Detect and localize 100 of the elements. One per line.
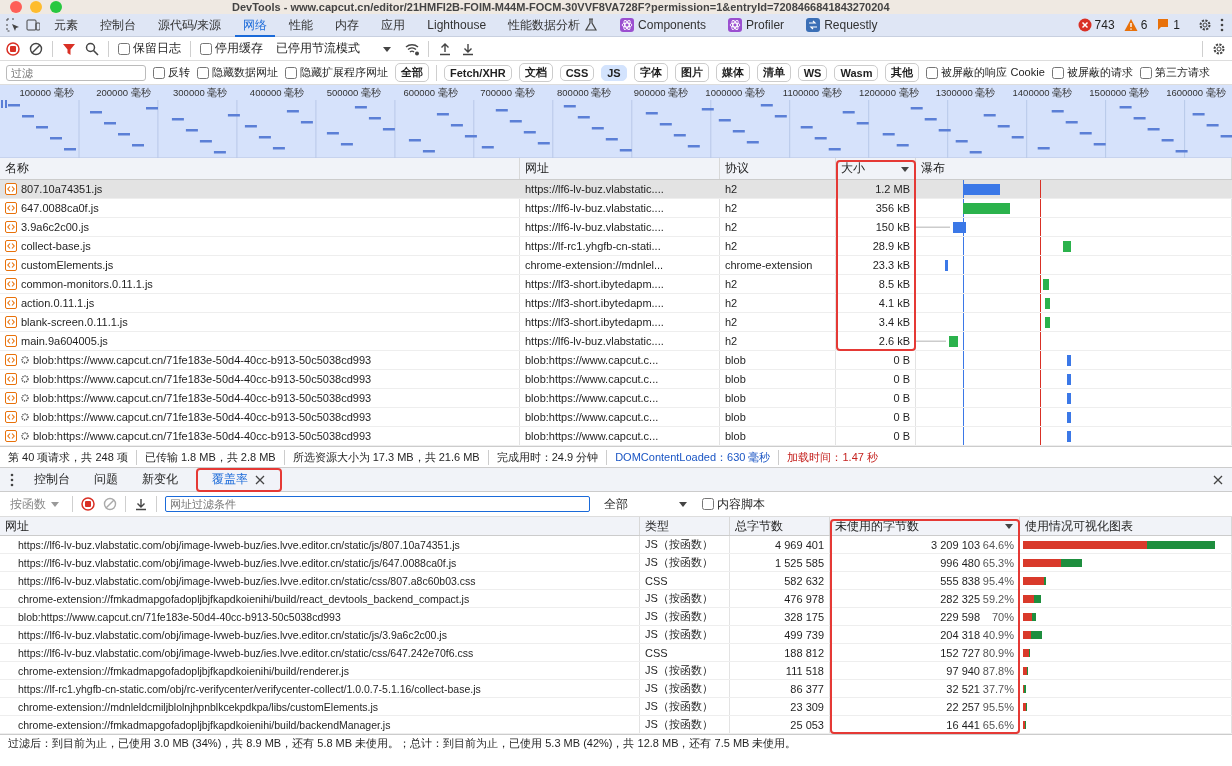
column-header[interactable]: 使用情况可视化图表 — [1020, 517, 1232, 535]
checkbox[interactable] — [285, 66, 297, 79]
more-icon[interactable] — [8, 472, 16, 487]
checkbox[interactable] — [702, 498, 714, 510]
upload-icon[interactable] — [438, 41, 452, 56]
throttling-dropdown[interactable]: 已停用节流模式 — [272, 40, 396, 57]
clear-icon[interactable] — [29, 41, 43, 56]
settings-icon[interactable] — [1198, 18, 1212, 32]
type-filter-button[interactable]: 字体 — [633, 63, 668, 82]
type-filter-button[interactable]: JS — [601, 64, 627, 81]
panel-tab[interactable]: 性能数据分析 — [500, 13, 607, 37]
type-filter-button[interactable]: WS — [797, 64, 828, 81]
request-row[interactable]: blob:https://www.capcut.cn/71fe183e-50d4-40cc-b913-50c5038cd993 blob:https://www.capcut.c... blob 0 B — [0, 389, 1232, 408]
panel-tab[interactable]: Requestly — [798, 13, 886, 37]
request-row[interactable]: blob:https://www.capcut.cn/71fe183e-50d4-40cc-b913-50c5038cd993 blob:https://www.capcut.c... blob 0 B — [0, 408, 1232, 427]
file-name[interactable]: 807.10a74351.js — [21, 183, 103, 195]
file-name[interactable]: main.9a604005.js — [21, 335, 108, 347]
panel-tab[interactable]: 元素 — [46, 13, 86, 37]
issues-counter[interactable]: 743 6 1 — [1071, 18, 1192, 32]
search-icon[interactable] — [85, 41, 99, 56]
file-name[interactable]: blob:https://www.capcut.cn/71fe183e-50d4-40cc-b913-50c5038cd993 — [33, 430, 372, 442]
request-row[interactable]: 647.0088ca0f.js https://lf6-lv-buz.vlabstatic.... h2 356 kB — [0, 199, 1232, 218]
instrumentation-dropdown[interactable]: 按函数 — [6, 495, 64, 513]
panel-tab[interactable]: 源代码/来源 — [150, 13, 230, 37]
stop-recording-icon[interactable] — [6, 41, 20, 56]
type-filter-button[interactable]: 图片 — [674, 63, 709, 82]
checkbox-label[interactable]: 被屏蔽的响应 Cookie — [941, 65, 1045, 80]
panel-tab[interactable]: Lighthouse — [419, 13, 495, 37]
close-icon[interactable] — [1212, 473, 1224, 486]
type-filter-button[interactable]: 文档 — [518, 63, 553, 82]
request-row[interactable]: collect-base.js https://lf-rc1.yhgfb-cn-stati... h2 28.9 kB — [0, 237, 1232, 256]
close-icon[interactable] — [254, 473, 266, 486]
type-filter-button[interactable]: CSS — [559, 64, 595, 81]
type-filter-button[interactable]: 其他 — [885, 63, 920, 82]
file-name[interactable]: blob:https://www.capcut.cn/71fe183e-50d4-40cc-b913-50c5038cd993 — [33, 354, 372, 366]
column-header[interactable]: 网址 — [0, 517, 640, 535]
type-filter-button[interactable]: 全部 — [395, 63, 429, 82]
stop-recording-icon[interactable] — [81, 497, 95, 511]
column-header[interactable]: 网址 — [520, 158, 720, 179]
request-row[interactable]: blob:https://www.capcut.cn/71fe183e-50d4-40cc-b913-50c5038cd993 blob:https://www.capcut.c... blob 0 B — [0, 370, 1232, 389]
checkbox-label[interactable]: 隐藏数据网址 — [212, 65, 278, 80]
checkbox-label[interactable]: 内容脚本 — [717, 495, 765, 513]
checkbox[interactable] — [153, 66, 165, 79]
panel-tab[interactable]: Profiler — [720, 13, 793, 37]
request-row[interactable]: blob:https://www.capcut.cn/71fe183e-50d4-40cc-b913-50c5038cd993 blob:https://www.capcut.c... blob 0 B — [0, 351, 1232, 370]
device-icon[interactable] — [26, 18, 40, 32]
drawer-tab[interactable]: 新变化 — [136, 467, 184, 492]
panel-tab[interactable]: 应用 — [373, 13, 414, 37]
request-row[interactable]: 807.10a74351.js https://lf6-lv-buz.vlabstatic.... h2 1.2 MB — [0, 180, 1232, 199]
request-row[interactable]: blank-screen.0.11.1.js https://lf3-short.ibytedapm.... h2 3.4 kB — [0, 313, 1232, 332]
checkbox[interactable] — [1139, 66, 1152, 79]
type-filter-button[interactable]: 清单 — [756, 63, 791, 82]
checkbox-label[interactable]: 被屏蔽的请求 — [1066, 65, 1133, 80]
type-filter-button[interactable]: Fetch/XHR — [444, 64, 512, 81]
drawer-tab[interactable]: 覆盖率 — [196, 467, 282, 492]
url-filter-field[interactable]: 网址过滤条件 — [165, 496, 590, 512]
request-row[interactable]: 3.9a6c2c00.js https://lf6-lv-buz.vlabstatic.... h2 150 kB — [0, 218, 1232, 237]
checkbox-label[interactable]: 保留日志 — [133, 40, 181, 57]
wifi-icon[interactable] — [405, 41, 419, 56]
file-name[interactable]: customElements.js — [21, 259, 114, 271]
panel-tab[interactable]: Components — [612, 13, 715, 37]
checkbox-label[interactable]: 反转 — [168, 65, 190, 80]
request-row[interactable]: blob:https://www.capcut.cn/71fe183e-50d4-40cc-b913-50c5038cd993 blob:https://www.capcut.c... blob 0 B — [0, 427, 1232, 446]
panel-tab[interactable]: 性能 — [281, 13, 322, 37]
filter-icon[interactable] — [62, 41, 76, 56]
checkbox-label[interactable]: 停用缓存 — [215, 40, 263, 57]
column-header[interactable]: 大小 — [836, 158, 916, 179]
checkbox-label[interactable]: 隐藏扩展程序网址 — [300, 65, 388, 80]
download-icon[interactable] — [134, 497, 148, 511]
checkbox[interactable] — [118, 42, 130, 55]
column-header[interactable]: 类型 — [640, 517, 730, 535]
request-row[interactable]: main.9a604005.js https://lf6-lv-buz.vlabstatic.... h2 2.6 kB — [0, 332, 1232, 351]
drawer-tab[interactable]: 问题 — [88, 467, 124, 492]
checkbox-label[interactable]: 第三方请求 — [1154, 65, 1210, 80]
checkbox[interactable] — [1051, 66, 1064, 79]
type-dropdown[interactable]: 全部 — [598, 495, 694, 513]
column-header[interactable]: 协议 — [720, 158, 836, 179]
file-name[interactable]: collect-base.js — [21, 240, 91, 252]
checkbox[interactable] — [197, 66, 209, 79]
file-name[interactable]: blank-screen.0.11.1.js — [21, 316, 128, 328]
file-name[interactable]: 3.9a6c2c00.js — [21, 221, 89, 233]
request-row[interactable]: common-monitors.0.11.1.js https://lf3-short.ibytedapm.... h2 8.5 kB — [0, 275, 1232, 294]
column-header[interactable]: 总字节数 — [730, 517, 830, 535]
request-row[interactable]: action.0.11.1.js https://lf3-short.ibytedapm.... h2 4.1 kB — [0, 294, 1232, 313]
column-header[interactable]: 瀑布 — [916, 158, 1232, 179]
drawer-tab[interactable]: 控制台 — [28, 467, 76, 492]
checkbox[interactable] — [926, 66, 939, 79]
type-filter-button[interactable]: Wasm — [834, 64, 879, 81]
type-filter-button[interactable]: 媒体 — [715, 63, 750, 82]
more-icon[interactable] — [1218, 18, 1226, 32]
inspect-icon[interactable] — [6, 18, 20, 32]
filter-field[interactable]: 过滤 — [6, 64, 146, 81]
download-icon[interactable] — [461, 41, 475, 56]
request-row[interactable]: customElements.js chrome-extension://mdnlel... chrome-extension 23.3 kB — [0, 256, 1232, 275]
file-name[interactable]: blob:https://www.capcut.cn/71fe183e-50d4-40cc-b913-50c5038cd993 — [33, 392, 372, 404]
settings-icon[interactable] — [1212, 41, 1226, 56]
window-control-icon[interactable] — [10, 1, 22, 13]
file-name[interactable]: common-monitors.0.11.1.js — [21, 278, 153, 290]
panel-tab[interactable]: 控制台 — [92, 13, 144, 37]
panel-tab[interactable]: 内存 — [327, 13, 368, 37]
